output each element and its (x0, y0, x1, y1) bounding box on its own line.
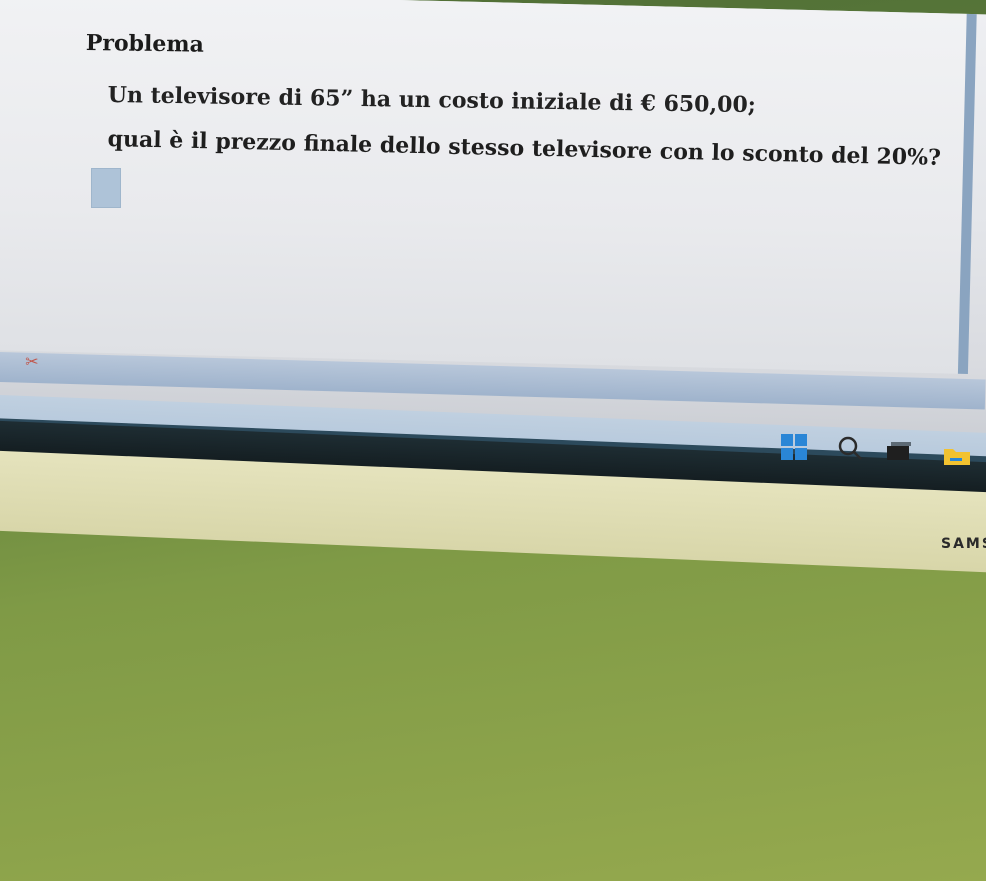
task-view-icon[interactable] (885, 440, 913, 468)
answer-input-box[interactable] (91, 168, 121, 208)
monitor-brand-logo: SAMS (941, 536, 986, 552)
problem-title: Problema (85, 30, 205, 58)
file-explorer-icon[interactable] (942, 443, 970, 471)
search-icon[interactable] (836, 434, 864, 462)
windows-start-icon[interactable] (781, 434, 809, 462)
eraser-icon[interactable]: ✂ (20, 352, 44, 372)
photo-scene: Problema Un televisore di 65” ha un cost… (0, 0, 986, 881)
